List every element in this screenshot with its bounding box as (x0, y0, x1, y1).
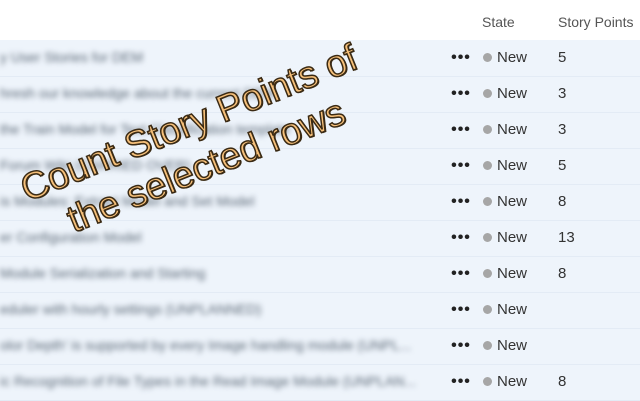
table-row[interactable]: is Modules: Extract Model and Set Model … (0, 184, 640, 221)
ellipsis-icon[interactable]: ••• (450, 334, 472, 358)
row-state: New (497, 337, 528, 354)
row-state: New (497, 85, 528, 102)
ellipsis-icon[interactable]: ••• (450, 370, 472, 394)
row-state: New (497, 301, 528, 318)
row-story-points: 13 (558, 229, 575, 246)
row-state: New (497, 265, 528, 282)
ellipsis-icon[interactable]: ••• (450, 154, 472, 178)
table-row[interactable]: olor Depth' is supported by every Image … (0, 328, 640, 365)
row-title[interactable]: eduler with hourly settings (UNPLANNED) (0, 301, 440, 321)
row-story-points: 5 (558, 49, 567, 66)
table-row[interactable]: eduler with hourly settings (UNPLANNED) … (0, 292, 640, 329)
ellipsis-icon[interactable]: ••• (450, 190, 472, 214)
ellipsis-icon[interactable]: ••• (450, 82, 472, 106)
table-row[interactable]: the Train Model for Text Classification … (0, 112, 640, 149)
row-title[interactable]: the Train Model for Text Classification … (0, 121, 440, 141)
row-story-points: 3 (558, 121, 567, 138)
row-title[interactable]: er Configuration Model (0, 229, 440, 249)
row-title[interactable]: ic Recognition of File Types in the Read… (0, 373, 440, 393)
row-story-points: 8 (558, 373, 567, 390)
table-row[interactable]: Forum Wiki (CARRIED OVER) ••• New 5 (0, 148, 640, 185)
ellipsis-icon[interactable]: ••• (450, 46, 472, 70)
row-title[interactable]: hresh our knowledge about the current DE… (0, 85, 440, 105)
ellipsis-icon[interactable]: ••• (450, 262, 472, 286)
table-header: State Story Points (0, 0, 640, 41)
table-row[interactable]: hresh our knowledge about the current DE… (0, 76, 640, 113)
row-story-points: 8 (558, 265, 567, 282)
state-dot-icon (483, 377, 492, 386)
row-title[interactable]: is Modules: Extract Model and Set Model (0, 193, 440, 213)
row-title[interactable]: Forum Wiki (CARRIED OVER) (0, 157, 440, 177)
state-dot-icon (483, 161, 492, 170)
column-header-state[interactable]: State (482, 14, 515, 30)
row-story-points: 8 (558, 193, 567, 210)
row-state: New (497, 121, 528, 138)
row-state: New (497, 229, 528, 246)
table-row[interactable]: y User Stories for DEM ••• New 5 (0, 40, 640, 77)
state-dot-icon (483, 53, 492, 62)
table-row[interactable]: Module Serialization and Starting ••• Ne… (0, 256, 640, 293)
table-row[interactable]: ic Recognition of File Types in the Read… (0, 364, 640, 401)
ellipsis-icon[interactable]: ••• (450, 298, 472, 322)
ellipsis-icon[interactable]: ••• (450, 118, 472, 142)
state-dot-icon (483, 269, 492, 278)
column-header-story-points[interactable]: Story Points (558, 14, 633, 30)
row-title[interactable]: y User Stories for DEM (0, 49, 440, 69)
work-items-list: y User Stories for DEM ••• New 5 hresh o… (0, 40, 640, 401)
state-dot-icon (483, 341, 492, 350)
state-dot-icon (483, 233, 492, 242)
row-story-points: 3 (558, 85, 567, 102)
row-story-points: 5 (558, 157, 567, 174)
row-state: New (497, 193, 528, 210)
row-state: New (497, 157, 528, 174)
state-dot-icon (483, 305, 492, 314)
state-dot-icon (483, 197, 492, 206)
row-title[interactable]: olor Depth' is supported by every Image … (0, 337, 440, 357)
row-title[interactable]: Module Serialization and Starting (0, 265, 440, 285)
table-row[interactable]: er Configuration Model ••• New 13 (0, 220, 640, 257)
row-state: New (497, 49, 528, 66)
state-dot-icon (483, 89, 492, 98)
row-state: New (497, 373, 528, 390)
ellipsis-icon[interactable]: ••• (450, 226, 472, 250)
state-dot-icon (483, 125, 492, 134)
